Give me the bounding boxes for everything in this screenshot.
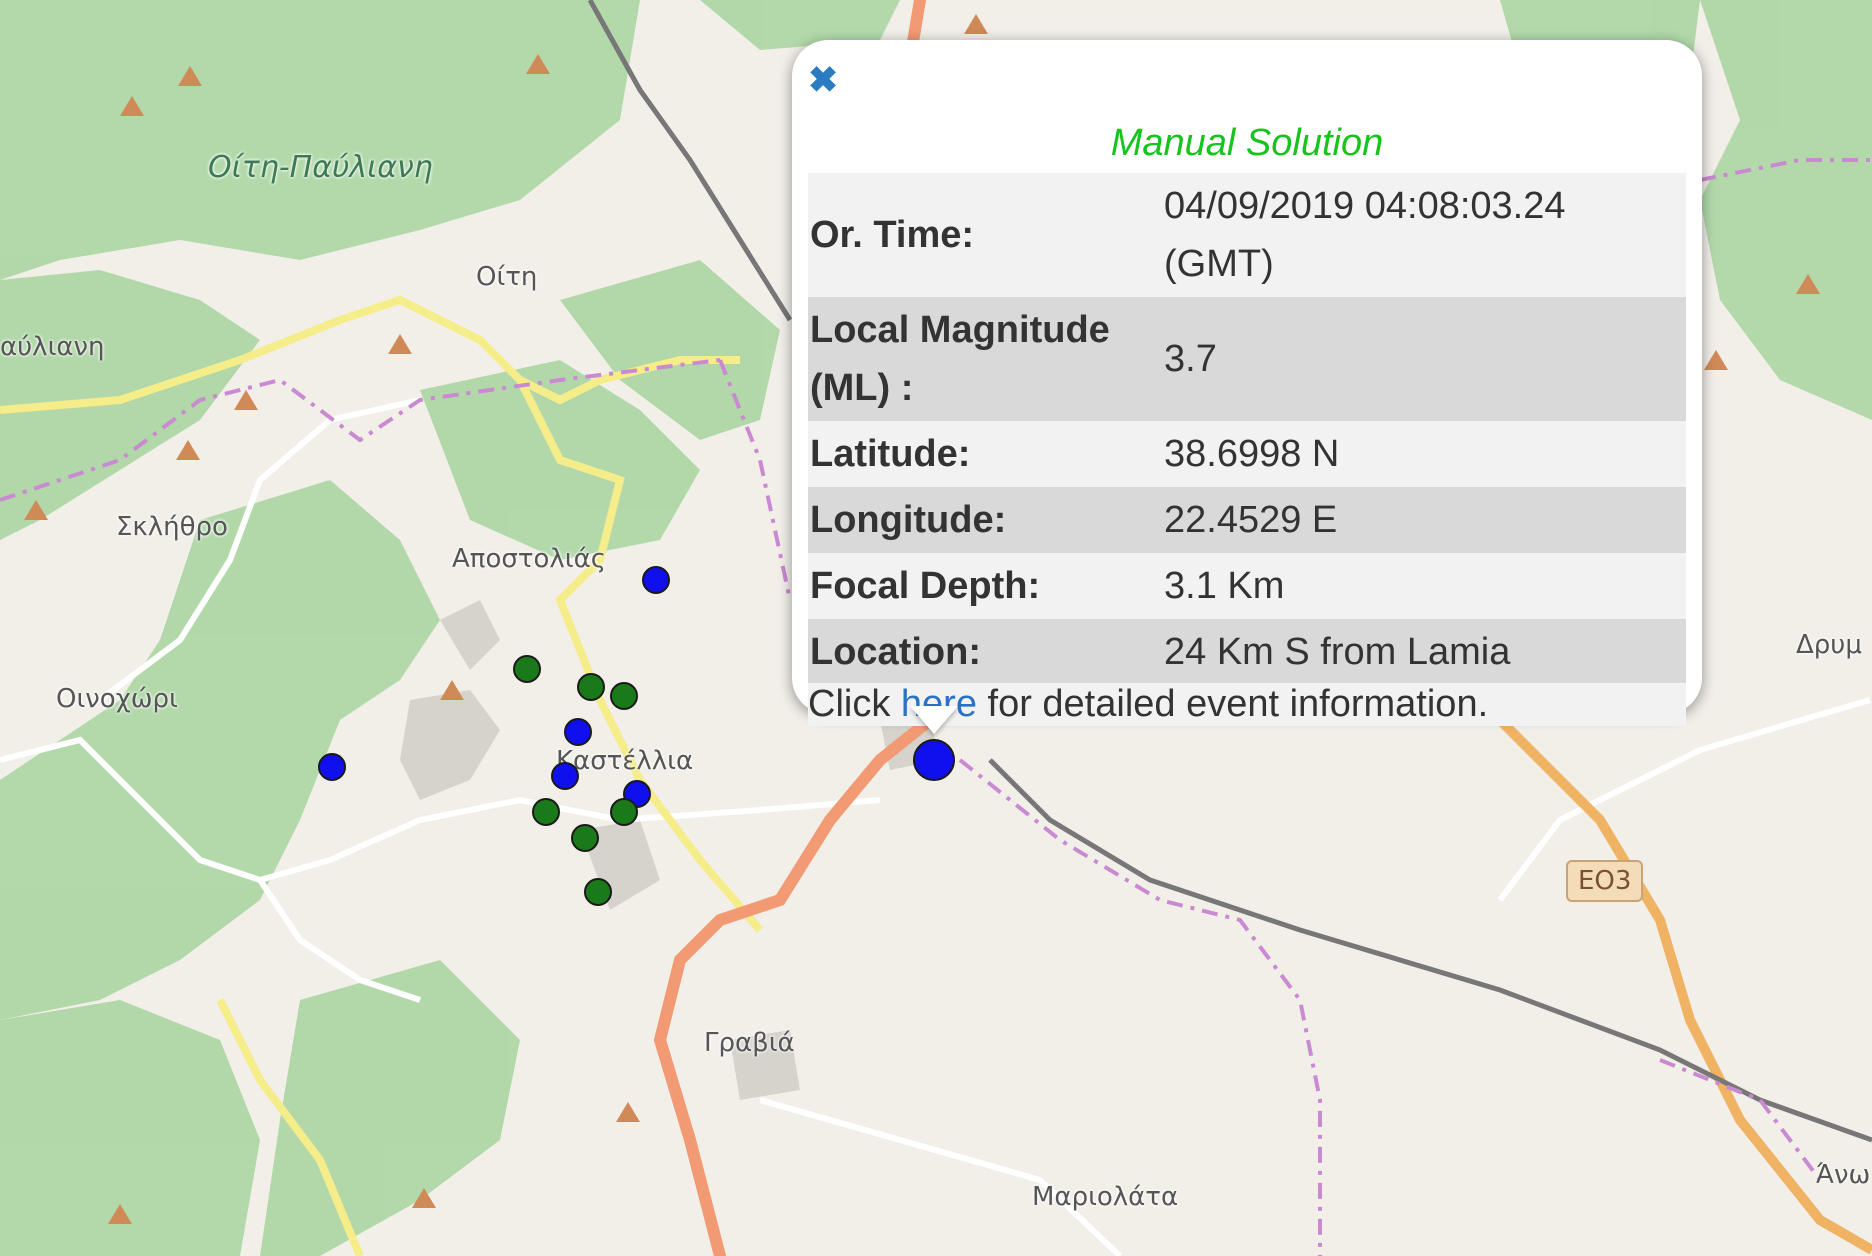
place-label: Άνω [1816, 1160, 1871, 1190]
detail-value: 3.7 [1164, 338, 1217, 380]
detail-value: 24 Km S from Lamia [1164, 631, 1511, 673]
place-label: Σκλήθρο [116, 512, 228, 542]
place-label: Γραβιά [704, 1028, 795, 1058]
detail-row: Focal Depth: 3.1 Km [808, 553, 1686, 619]
green-event-marker[interactable] [512, 655, 541, 684]
detail-value: 38.6998 N [1164, 433, 1340, 475]
detail-key: Local Magnitude (ML) : [810, 309, 1110, 409]
blue-event-marker[interactable] [564, 717, 593, 746]
selected-event-marker[interactable] [913, 739, 955, 781]
green-event-marker[interactable] [609, 797, 638, 826]
place-label: Μαριολάτα [1032, 1182, 1179, 1212]
green-event-marker[interactable] [532, 797, 561, 826]
event-details-table: Or. Time: 04/09/2019 04:08:03.24 (GMT) Loc… [808, 173, 1686, 685]
map-canvas[interactable]: Οίτη-Παύλιανη Οίτη αύλιανη Σκλήθρο Αποστολιά… [0, 0, 1872, 1256]
detail-row: Longitude: 22.4529 E [808, 487, 1686, 553]
place-label: Αποστολιάς [452, 544, 606, 574]
detail-key: Location: [810, 631, 981, 673]
place-label: Δρυμ [1796, 630, 1862, 660]
close-icon[interactable]: ✖ [808, 62, 838, 98]
detail-value: 3.1 Km [1164, 565, 1285, 607]
detail-row: Or. Time: 04/09/2019 04:08:03.24 (GMT) [808, 173, 1686, 297]
place-label: Οίτη [476, 262, 538, 292]
detail-row: Latitude: 38.6998 N [808, 421, 1686, 487]
detail-row: Local Magnitude (ML) : 3.7 [808, 297, 1686, 421]
green-event-marker[interactable] [609, 681, 638, 710]
detail-key: Or. Time: [810, 214, 975, 256]
green-event-marker[interactable] [583, 877, 612, 906]
popup-tip [910, 706, 958, 734]
detail-value: 22.4529 E [1164, 499, 1338, 541]
place-label: Οινοχώρι [56, 684, 178, 714]
detail-key: Focal Depth: [810, 565, 1041, 607]
detail-row: Location: 24 Km S from Lamia [808, 619, 1686, 685]
detail-value: 04/09/2019 04:08:03.24 (GMT) [1164, 185, 1566, 285]
place-label: αύλιανη [0, 332, 105, 362]
place-label: Οίτη-Παύλιανη [208, 150, 433, 185]
road-shield-eo3: ΕΟ3 [1566, 860, 1644, 902]
event-popup: ✖ Manual Solution Or. Time: 04/09/2019 04… [792, 40, 1702, 726]
detail-key: Latitude: [810, 433, 971, 475]
popup-title: Manual Solution [1110, 122, 1384, 164]
detail-key: Longitude: [810, 499, 1007, 541]
